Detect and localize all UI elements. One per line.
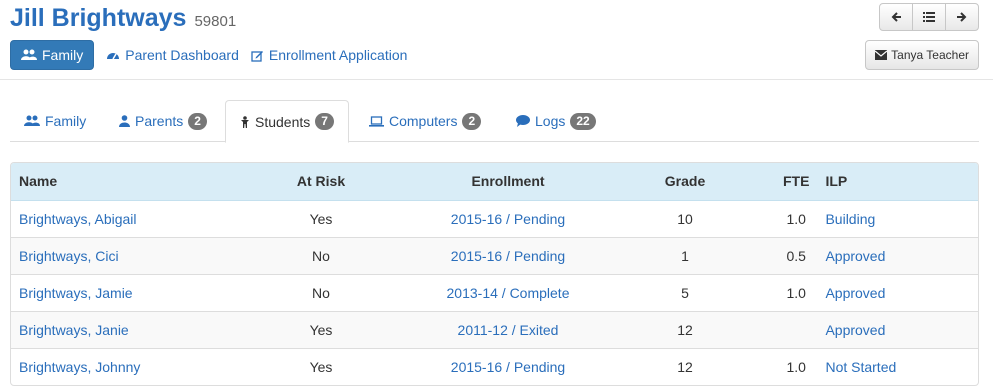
count-badge: 2 xyxy=(188,112,207,130)
ilp-link[interactable]: Building xyxy=(825,211,875,227)
parent-dashboard-label: Parent Dashboard xyxy=(125,47,239,63)
family-button[interactable]: Family xyxy=(10,40,95,70)
record-tabs: Family Parents 2 Students 7 Computers 2 … xyxy=(10,100,979,143)
list-icon xyxy=(923,12,935,22)
laptop-icon xyxy=(369,115,384,127)
table-row: Brightways, Jamie No 2013-14 / Complete … xyxy=(11,273,978,311)
count-badge: 2 xyxy=(462,112,482,130)
students-table-panel: Name At Risk Enrollment Grade FTE ILP Br… xyxy=(10,162,979,386)
parent-dashboard-link[interactable]: Parent Dashboard xyxy=(106,47,239,63)
student-name-link[interactable]: Brightways, Johnny xyxy=(19,359,140,375)
teacher-message-button[interactable]: Tanya Teacher xyxy=(865,40,979,70)
comment-icon xyxy=(516,115,530,127)
family-button-label: Family xyxy=(42,47,84,63)
arrow-right-icon xyxy=(957,12,967,22)
record-list-button[interactable] xyxy=(912,3,946,31)
column-header-fte[interactable]: FTE xyxy=(775,163,818,201)
enrollment-link[interactable]: 2011-12 / Exited xyxy=(458,322,559,338)
enrollment-link[interactable]: 2015-16 / Pending xyxy=(451,211,565,227)
child-icon xyxy=(241,115,249,128)
arrow-left-icon xyxy=(891,12,901,22)
grade-cell: 10 xyxy=(677,210,693,227)
tab-computers[interactable]: Computers 2 xyxy=(355,100,495,142)
previous-record-button[interactable] xyxy=(879,3,913,31)
page-title: Jill Brightways xyxy=(10,4,187,32)
table-header-row: Name At Risk Enrollment Grade FTE ILP xyxy=(11,163,978,201)
ilp-link[interactable]: Approved xyxy=(825,248,885,264)
enrollment-link[interactable]: 2013-14 / Complete xyxy=(447,285,570,301)
at-risk-cell: No xyxy=(221,236,421,274)
tab-students[interactable]: Students 7 xyxy=(225,100,349,143)
count-badge: 7 xyxy=(315,113,334,130)
fte-cell: 1.0 xyxy=(775,347,818,385)
tab-label: Computers xyxy=(389,113,458,129)
dashboard-icon xyxy=(107,53,120,60)
at-risk-cell: Yes xyxy=(221,310,421,348)
enrollment-link[interactable]: 2015-16 / Pending xyxy=(451,248,565,264)
count-badge: 22 xyxy=(570,112,596,130)
enrollment-application-link[interactable]: Enrollment Application xyxy=(251,47,408,63)
students-table: Name At Risk Enrollment Grade FTE ILP Br… xyxy=(11,163,978,385)
fte-cell: 1.0 xyxy=(786,210,806,227)
record-id: 59801 xyxy=(194,13,237,30)
fte-cell xyxy=(775,310,818,348)
grade-cell: 12 xyxy=(595,310,775,348)
ilp-link[interactable]: Not Started xyxy=(825,359,896,375)
tab-label: Parents xyxy=(135,113,184,129)
users-icon xyxy=(21,49,37,60)
table-row: Brightways, Johnny Yes 2015-16 / Pending… xyxy=(11,347,978,385)
divider xyxy=(0,79,993,80)
ilp-link[interactable]: Approved xyxy=(825,285,885,301)
grade-cell: 12 xyxy=(595,347,775,385)
record-toolbar: Family Parent Dashboard Enrollment Appli… xyxy=(10,40,407,70)
next-record-button[interactable] xyxy=(945,3,979,31)
users-icon xyxy=(24,115,40,126)
at-risk-cell: Yes xyxy=(221,347,421,385)
table-row: Brightways, Cici No 2015-16 / Pending 1 … xyxy=(11,236,978,274)
column-header-name[interactable]: Name xyxy=(11,163,221,201)
teacher-name: Tanya Teacher xyxy=(891,48,969,62)
page-header: Jill Brightways 59801 xyxy=(10,4,236,38)
tab-label: Family xyxy=(45,113,87,129)
column-header-ilp[interactable]: ILP xyxy=(817,163,978,201)
tab-logs[interactable]: Logs 22 xyxy=(502,100,610,142)
student-name-link[interactable]: Brightways, Jamie xyxy=(19,285,133,301)
edit-icon xyxy=(251,50,263,62)
envelope-icon xyxy=(875,50,888,60)
fte-cell: 1.0 xyxy=(775,273,818,311)
column-header-enrollment[interactable]: Enrollment xyxy=(421,163,595,201)
enrollment-link[interactable]: 2015-16 / Pending xyxy=(451,359,565,375)
tab-label: Logs xyxy=(535,113,566,129)
at-risk-cell: No xyxy=(221,273,421,311)
tab-label: Students xyxy=(255,113,311,130)
table-row: Brightways, Janie Yes 2011-12 / Exited 1… xyxy=(11,310,978,348)
column-header-at-risk[interactable]: At Risk xyxy=(221,163,421,201)
column-header-grade[interactable]: Grade xyxy=(595,163,775,201)
tab-parents[interactable]: Parents 2 xyxy=(105,100,221,142)
student-name-link[interactable]: Brightways, Janie xyxy=(19,322,129,338)
grade-cell: 1 xyxy=(595,236,775,274)
table-row: Brightways, Abigail Yes 2015-16 / Pendin… xyxy=(11,200,978,237)
enrollment-application-label: Enrollment Application xyxy=(268,47,408,63)
record-navigation xyxy=(879,3,979,31)
student-name-link[interactable]: Brightways, Abigail xyxy=(19,211,137,227)
tab-family[interactable]: Family xyxy=(10,100,100,142)
fte-cell: 0.5 xyxy=(775,236,818,274)
user-icon xyxy=(119,115,130,127)
at-risk-cell: Yes xyxy=(309,210,333,227)
grade-cell: 5 xyxy=(595,273,775,311)
ilp-link[interactable]: Approved xyxy=(825,322,885,338)
student-name-link[interactable]: Brightways, Cici xyxy=(19,248,119,264)
